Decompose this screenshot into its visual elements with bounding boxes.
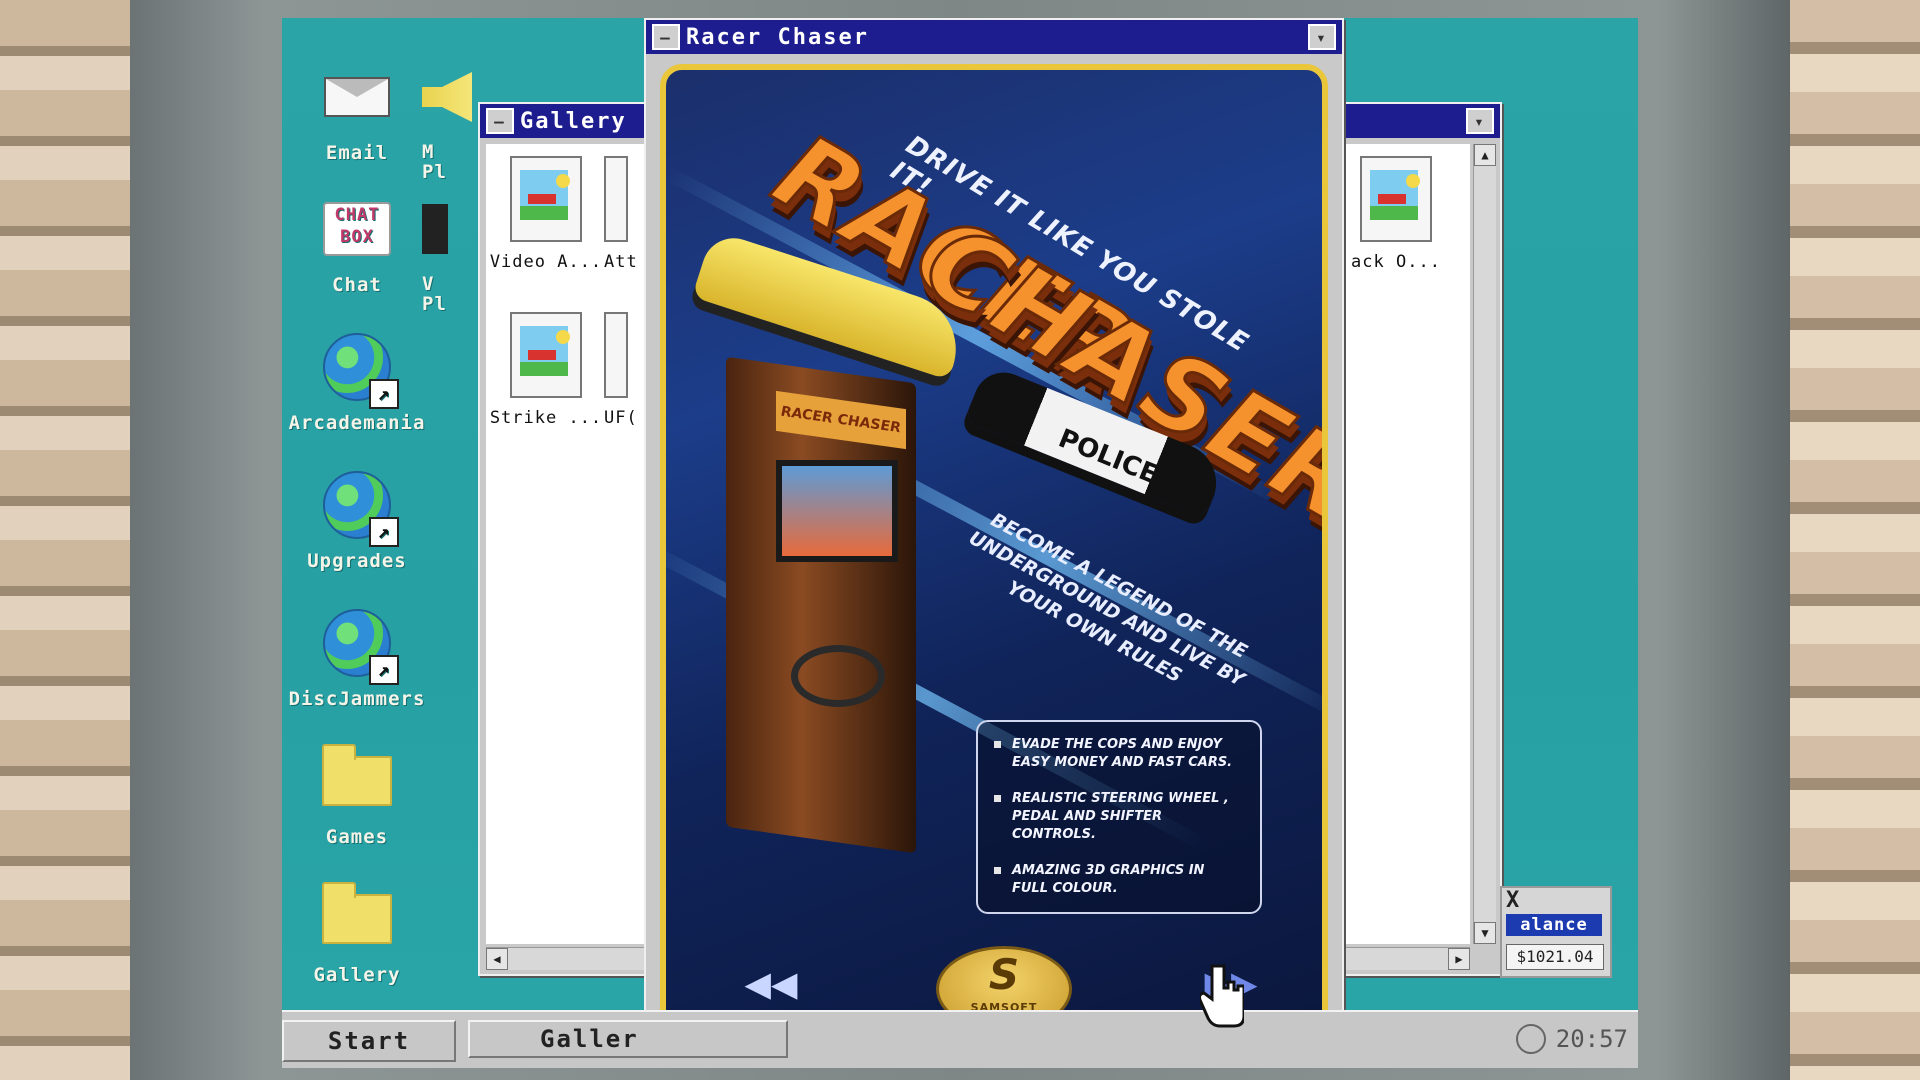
balance-label: alance xyxy=(1506,914,1602,936)
maximize-button[interactable]: ▾ xyxy=(1308,24,1336,50)
desktop-screen: Email CHAT BOX Chat ↗ Arcademania ↗ Upgra… xyxy=(282,18,1638,1068)
folder-icon xyxy=(322,882,392,944)
desktop-icon-video-player[interactable]: V Pl xyxy=(422,190,482,314)
desktop-icon-label: DiscJammers xyxy=(288,688,426,710)
desktop-icon-label: Arcademania xyxy=(288,412,426,434)
gallery-item[interactable]: ack O... xyxy=(1336,156,1456,272)
desktop-icon-discjammers[interactable]: ↗ DiscJammers xyxy=(282,604,432,710)
hand-cursor-icon xyxy=(1200,964,1244,1028)
image-file-icon xyxy=(604,156,628,242)
desktop-icon-email[interactable]: Email xyxy=(282,58,432,164)
poster-slogan: BECOME A LEGEND OF THE UNDERGROUND AND L… xyxy=(965,508,1251,692)
taskbar-item-gallery[interactable]: Galler xyxy=(468,1020,788,1058)
image-file-icon xyxy=(604,312,628,398)
scroll-left-arrow-icon[interactable]: ◀ xyxy=(486,948,508,970)
room-left-blinds xyxy=(0,0,150,1080)
gallery-item-label: Att xyxy=(604,252,638,272)
racer-chaser-window[interactable]: — Racer Chaser ▾ DRIVE IT LIKE YOU STOLE… xyxy=(644,18,1344,1050)
shortcut-arrow-icon: ↗ xyxy=(369,517,399,547)
racer-chaser-titlebar[interactable]: — Racer Chaser ▾ xyxy=(646,20,1342,54)
scroll-right-arrow-icon[interactable]: ▶ xyxy=(1448,948,1470,970)
globe-shortcut-icon: ↗ xyxy=(323,471,399,547)
poster-feature: EVADE THE COPS AND ENJOY EASY MONEY AND … xyxy=(994,736,1244,772)
gallery-vertical-scrollbar[interactable]: ▲ ▼ xyxy=(1473,144,1496,944)
scroll-up-arrow-icon[interactable]: ▲ xyxy=(1474,144,1496,166)
gallery-item[interactable]: Strike ... xyxy=(486,312,606,428)
clock-icon xyxy=(1515,1024,1546,1054)
speaker-icon xyxy=(422,72,472,122)
poster-feature-box: EVADE THE COPS AND ENJOY EASY MONEY AND … xyxy=(976,720,1262,914)
gallery-item[interactable]: UF( xyxy=(604,312,644,428)
desktop-icon-label: M Pl xyxy=(422,141,447,183)
start-label: Start xyxy=(327,1027,411,1055)
poster-feature: REALISTIC STEERING WHEEL , PEDAL AND SHI… xyxy=(994,790,1244,844)
video-icon xyxy=(422,204,448,254)
desktop-icon-arcademania[interactable]: ↗ Arcademania xyxy=(282,328,432,434)
steering-wheel xyxy=(791,645,885,707)
desktop-icon-label: Gallery xyxy=(313,964,401,986)
window-menu-button[interactable]: — xyxy=(486,108,514,134)
taskbar-item-label: Galler xyxy=(540,1025,639,1053)
gallery-item-label: Video A... xyxy=(489,252,603,272)
cabinet-screen xyxy=(776,460,898,562)
desktop-icon-upgrades[interactable]: ↗ Upgrades xyxy=(282,466,432,572)
desktop-icon-label: V Pl xyxy=(422,273,447,315)
balance-close-button[interactable]: X xyxy=(1506,888,1519,913)
gallery-item-label: UF( xyxy=(604,408,638,428)
previous-image-button[interactable]: ◀◀ xyxy=(736,958,806,1009)
desktop-icon-label: Upgrades xyxy=(307,550,407,572)
desktop-icon-label: Email xyxy=(325,142,389,164)
balance-value: $1021.04 xyxy=(1506,944,1604,970)
image-file-icon xyxy=(1360,156,1432,242)
window-menu-button[interactable]: — xyxy=(652,24,680,50)
shortcut-arrow-icon: ↗ xyxy=(369,655,399,685)
maximize-button[interactable]: ▾ xyxy=(1466,108,1494,134)
gallery-item-label: ack O... xyxy=(1351,252,1441,272)
desktop-icon-games[interactable]: Games xyxy=(282,742,432,848)
system-clock: 20:57 xyxy=(1515,1022,1628,1056)
poster-feature: AMAZING 3D GRAPHICS IN FULL COLOUR. xyxy=(994,862,1244,898)
gallery-title: Gallery xyxy=(520,108,627,134)
shortcut-arrow-icon: ↗ xyxy=(369,379,399,409)
gallery-item[interactable]: Video A... xyxy=(486,156,606,272)
racer-chaser-title: Racer Chaser xyxy=(686,24,869,50)
scroll-down-arrow-icon[interactable]: ▼ xyxy=(1474,922,1496,944)
globe-shortcut-icon: ↗ xyxy=(323,333,399,409)
envelope-icon xyxy=(324,77,390,117)
desktop-icon-label: Chat xyxy=(332,274,382,296)
folder-icon xyxy=(322,744,392,806)
balance-widget: X alance $1021.04 xyxy=(1500,886,1612,978)
desktop-icon-chat[interactable]: CHAT BOX Chat xyxy=(282,190,432,296)
gallery-item-label: Strike ... xyxy=(489,408,603,428)
desktop-icon-label: Games xyxy=(325,826,389,848)
taskbar: Start Galler 20:57 xyxy=(282,1010,1638,1068)
image-file-icon xyxy=(510,312,582,398)
chat-box-icon: CHAT BOX xyxy=(323,202,391,256)
desktop-icon-gallery[interactable]: Gallery xyxy=(282,880,432,986)
clock-time: 20:57 xyxy=(1555,1025,1628,1053)
racer-chaser-poster-image: DRIVE IT LIKE YOU STOLE IT! RACER CHASER… xyxy=(660,64,1328,1034)
desktop-icon-music-player[interactable]: M Pl xyxy=(422,58,482,182)
globe-shortcut-icon: ↗ xyxy=(323,609,399,685)
gallery-item[interactable]: Att xyxy=(604,156,644,272)
start-button[interactable]: Start xyxy=(282,1020,456,1062)
image-file-icon xyxy=(510,156,582,242)
